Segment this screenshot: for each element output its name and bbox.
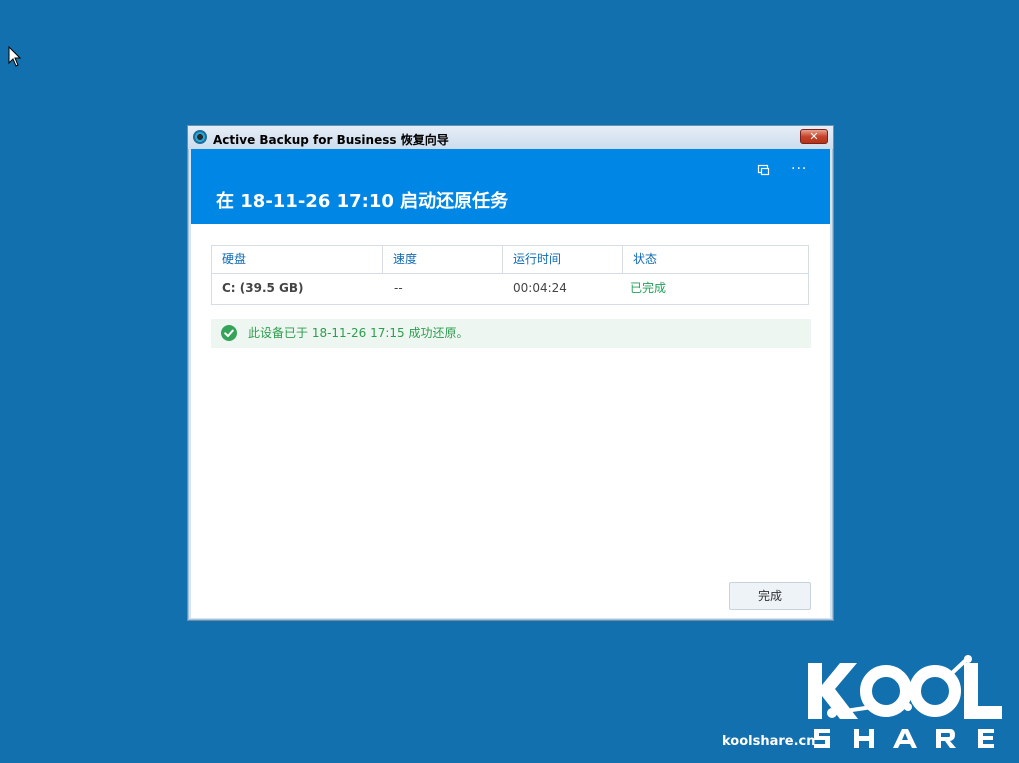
cell-runtime: 00:04:24 — [513, 281, 567, 295]
close-button[interactable]: ✕ — [800, 129, 828, 144]
page-title: 在 18-11-26 17:10 启动还原任务 — [216, 191, 509, 212]
table-row[interactable]: C: (39.5 GB) -- 00:04:24 已完成 — [212, 273, 808, 304]
wizard-content: ··· 在 18-11-26 17:10 启动还原任务 硬盘 速度 运行时间 状… — [191, 149, 830, 618]
column-header-disk[interactable]: 硬盘 — [212, 246, 382, 273]
more-options-icon[interactable]: ··· — [791, 162, 807, 176]
title-bar[interactable]: Active Backup for Business 恢复向导 ✕ — [188, 126, 833, 149]
restore-window-icon[interactable] — [757, 163, 771, 177]
restore-task-table: 硬盘 速度 运行时间 状态 C: (39.5 GB) -- 00:04:24 已… — [211, 245, 809, 305]
recovery-wizard-window: Active Backup for Business 恢复向导 ✕ ··· 在 … — [187, 125, 834, 621]
cell-disk: C: (39.5 GB) — [222, 281, 304, 295]
column-header-speed[interactable]: 速度 — [382, 246, 502, 273]
success-message-bar: 此设备已于 18-11-26 17:15 成功还原。 — [211, 319, 811, 348]
mouse-cursor-icon — [8, 46, 22, 67]
success-message: 此设备已于 18-11-26 17:15 成功还原。 — [248, 326, 469, 340]
column-header-runtime[interactable]: 运行时间 — [502, 246, 622, 273]
window-title: Active Backup for Business 恢复向导 — [213, 133, 449, 147]
column-header-status[interactable]: 状态 — [622, 246, 808, 273]
table-header-row: 硬盘 速度 运行时间 状态 — [212, 246, 808, 274]
cell-speed: -- — [394, 281, 403, 295]
cell-status: 已完成 — [630, 281, 667, 295]
koolshare-logo — [808, 655, 1002, 748]
success-check-icon — [221, 325, 237, 341]
wizard-header: ··· 在 18-11-26 17:10 启动还原任务 — [191, 149, 830, 224]
finish-button[interactable]: 完成 — [729, 582, 811, 610]
app-logo-icon — [193, 130, 207, 144]
